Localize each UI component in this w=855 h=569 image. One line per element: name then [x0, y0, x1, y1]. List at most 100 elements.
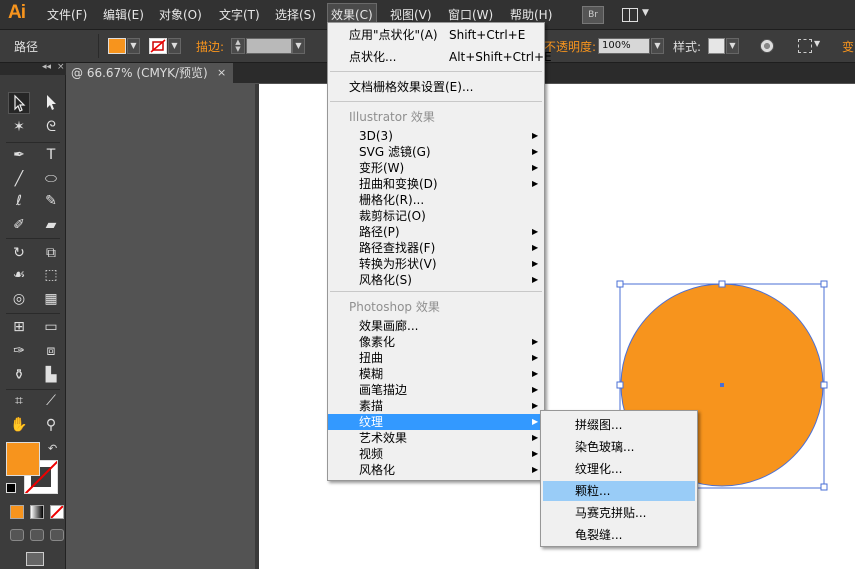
color-mode-icon[interactable] [10, 505, 24, 519]
apply-last-effect-item[interactable]: 应用"点状化"(A) Shift+Ctrl+E [328, 27, 544, 43]
draw-inside-icon[interactable] [50, 529, 64, 541]
close-icon[interactable]: × [217, 63, 226, 83]
stroke-color-swatch[interactable] [149, 38, 167, 54]
menu-item-rasterize[interactable]: 栅格化(R)... [328, 192, 544, 208]
menu-item-convert-to-shape[interactable]: 转换为形状(V) ▶ [328, 256, 544, 272]
close-icon[interactable]: × [57, 62, 65, 72]
hand-tool-icon[interactable]: ✋ [8, 414, 30, 436]
workspace-layout-button[interactable]: ▼ [620, 6, 652, 24]
ellipse-tool-icon[interactable]: ⬭ [40, 168, 62, 190]
symbol-sprayer-icon[interactable]: ⚱ [8, 364, 30, 386]
fill-color-box[interactable] [6, 442, 40, 476]
free-transform-icon[interactable]: ⬚ [40, 264, 62, 286]
artboard-tool-icon[interactable]: ⌗ [8, 390, 30, 412]
none-mode-icon[interactable] [50, 505, 64, 519]
fill-dropdown-icon[interactable]: ▼ [127, 38, 140, 54]
menu-item-pathfinder[interactable]: 路径查找器(F) ▶ [328, 240, 544, 256]
submenu-item-craquelure[interactable]: 龟裂缝... [543, 525, 695, 545]
opacity-label[interactable]: 不透明度: [544, 38, 596, 55]
type-tool-icon[interactable]: T [40, 144, 62, 166]
menu-item-video[interactable]: 视频 ▶ [328, 446, 544, 462]
menu-item-stylize-ps[interactable]: 风格化 ▶ [328, 462, 544, 478]
blob-brush-icon[interactable]: ✐ [8, 214, 30, 236]
default-colors-icon[interactable] [6, 483, 16, 493]
menu-item-svg-filters[interactable]: SVG 滤镜(G) ▶ [328, 144, 544, 160]
menu-type[interactable]: 文字(T) [219, 6, 260, 23]
stroke-dropdown-icon[interactable]: ▼ [168, 38, 181, 54]
menu-item-distort[interactable]: 扭曲 ▶ [328, 350, 544, 366]
graphic-style-swatch[interactable] [708, 38, 725, 54]
direct-selection-tool-icon[interactable] [40, 92, 62, 114]
swap-fill-stroke-icon[interactable]: ↶ [48, 442, 57, 455]
resize-handle[interactable] [820, 381, 828, 389]
submenu-item-grain[interactable]: 颗粒... [543, 481, 695, 501]
menu-item-brush-strokes[interactable]: 画笔描边 ▶ [328, 382, 544, 398]
menu-item-artistic[interactable]: 艺术效果 ▶ [328, 430, 544, 446]
menu-object[interactable]: 对象(O) [159, 6, 202, 23]
rotate-tool-icon[interactable]: ↻ [8, 242, 30, 264]
menu-help[interactable]: 帮助(H) [510, 6, 552, 23]
style-dropdown-icon[interactable]: ▼ [726, 38, 739, 54]
pen-tool-icon[interactable]: ✒ [8, 144, 30, 166]
stroke-weight-input[interactable] [246, 38, 292, 54]
pencil-icon[interactable]: ✎ [40, 190, 62, 212]
submenu-item-mosaic-tiles[interactable]: 马赛克拼贴... [543, 503, 695, 523]
fill-color-swatch[interactable] [108, 38, 126, 54]
magic-wand-icon[interactable]: ✶ [8, 116, 30, 138]
menu-item-effect-gallery[interactable]: 效果画廊... [328, 318, 544, 334]
menu-item-stylize-ai[interactable]: 风格化(S) ▶ [328, 272, 544, 288]
submenu-item-patchwork[interactable]: 拼缀图... [543, 415, 695, 435]
resize-handle[interactable] [616, 280, 624, 288]
draw-behind-icon[interactable] [30, 529, 44, 541]
submenu-item-stained-glass[interactable]: 染色玻璃... [543, 437, 695, 457]
resize-handle[interactable] [820, 280, 828, 288]
gradient-tool-icon[interactable]: ▭ [40, 316, 62, 338]
submenu-item-texturizer[interactable]: 纹理化... [543, 459, 695, 479]
menu-window[interactable]: 窗口(W) [448, 6, 493, 23]
stroke-label[interactable]: 描边: [196, 38, 224, 55]
warp-tool-icon[interactable]: ☙ [8, 264, 30, 286]
eyedropper-icon[interactable]: ✑ [8, 340, 30, 362]
document-tab[interactable]: @ 66.67% (CMYK/预览) × [67, 63, 233, 83]
menu-item-3d[interactable]: 3D(3) ▶ [328, 128, 544, 144]
resize-handle[interactable] [718, 280, 726, 288]
slice-tool-icon[interactable]: ⟋ [40, 390, 62, 412]
resize-handle[interactable] [820, 483, 828, 491]
stroke-weight-dropdown-icon[interactable]: ▼ [292, 38, 305, 54]
zoom-tool-icon[interactable]: ⚲ [40, 414, 62, 436]
menu-edit[interactable]: 编辑(E) [103, 6, 144, 23]
chevron-down-icon[interactable]: ▼ [814, 39, 820, 48]
menu-item-warp[interactable]: 变形(W) ▶ [328, 160, 544, 176]
menu-file[interactable]: 文件(F) [47, 6, 87, 23]
menu-item-blur[interactable]: 模糊 ▶ [328, 366, 544, 382]
opacity-dropdown-icon[interactable]: ▼ [651, 38, 664, 54]
menu-item-pixelate[interactable]: 像素化 ▶ [328, 334, 544, 350]
selection-tool-icon[interactable] [8, 92, 30, 114]
blend-tool-icon[interactable]: ⧈ [40, 340, 62, 362]
tools-panel-header[interactable]: ◂◂ × [0, 62, 66, 75]
align-icon[interactable] [798, 39, 812, 53]
column-graph-icon[interactable]: ▙ [40, 364, 62, 386]
line-segment-icon[interactable]: ╱ [8, 168, 30, 190]
resize-handle[interactable] [616, 381, 624, 389]
screen-mode-icon[interactable] [26, 552, 44, 566]
menu-item-texture[interactable]: 纹理 ▶ [328, 414, 544, 430]
menu-item-distort-transform[interactable]: 扭曲和变换(D) ▶ [328, 176, 544, 192]
collapse-icon[interactable]: ◂◂ [42, 62, 51, 72]
recolor-artwork-icon[interactable] [760, 39, 774, 53]
raster-effects-settings-item[interactable]: 文档栅格效果设置(E)... [328, 79, 544, 95]
draw-normal-icon[interactable] [10, 529, 24, 541]
menu-item-path[interactable]: 路径(P) ▶ [328, 224, 544, 240]
opacity-input[interactable]: 100% [598, 38, 650, 54]
mesh-tool-icon[interactable]: ⊞ [8, 316, 30, 338]
menu-item-sketch[interactable]: 素描 ▶ [328, 398, 544, 414]
last-effect-item[interactable]: 点状化... Alt+Shift+Ctrl+E [328, 49, 552, 65]
stroke-weight-stepper[interactable]: ▲ ▼ [231, 38, 245, 54]
scale-tool-icon[interactable]: ⧉ [40, 242, 62, 264]
menu-select[interactable]: 选择(S) [275, 6, 316, 23]
perspective-grid-icon[interactable]: ▦ [40, 288, 62, 310]
paintbrush-icon[interactable]: ℓ [8, 190, 30, 212]
lasso-icon[interactable]: ᘓ [40, 116, 62, 138]
bridge-button[interactable]: Br [582, 6, 604, 24]
transform-label[interactable]: 变 [842, 38, 854, 55]
